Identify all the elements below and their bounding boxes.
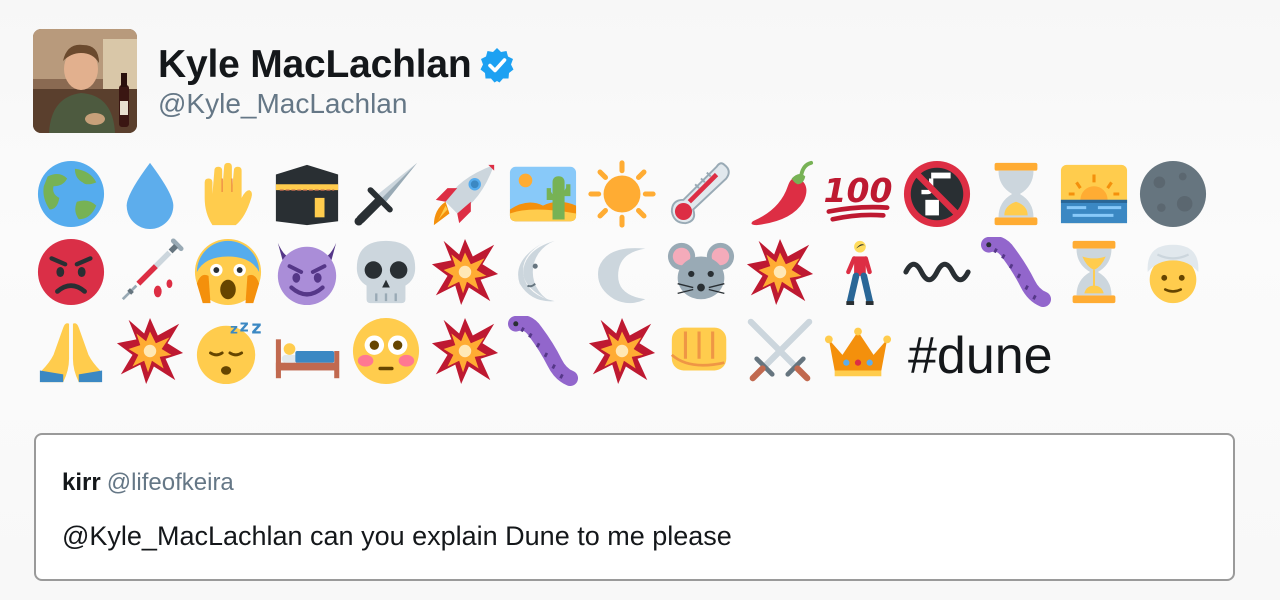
screaming-face-icon bbox=[192, 236, 264, 308]
bug-icon bbox=[507, 315, 579, 387]
hourglass-done-icon bbox=[980, 158, 1052, 230]
new-moon-icon bbox=[1137, 158, 1209, 230]
syringe-icon bbox=[114, 236, 186, 308]
svg-text:z: z bbox=[230, 322, 238, 338]
droplet-icon bbox=[114, 158, 186, 230]
collision-icon bbox=[586, 315, 658, 387]
quoted-tweet-header: kirr @lifeofkeira bbox=[62, 469, 234, 497]
sunrise-icon bbox=[1058, 158, 1130, 230]
globe-asia-australia-icon bbox=[35, 158, 107, 230]
dagger-icon bbox=[350, 158, 422, 230]
collision-icon bbox=[114, 315, 186, 387]
tweet-card: Kyle MacLachlan @Kyle_MacLachlan 100 z z… bbox=[0, 0, 1280, 600]
svg-text:z: z bbox=[251, 319, 261, 339]
sleeping-face-icon: zzz bbox=[192, 315, 264, 387]
svg-text:100: 100 bbox=[824, 171, 893, 210]
rocket-icon bbox=[429, 158, 501, 230]
screen-name[interactable]: @Kyle_MacLachlan bbox=[158, 88, 407, 120]
bed-icon bbox=[271, 315, 343, 387]
wavy-dash-icon bbox=[901, 236, 973, 308]
author-name-line: Kyle MacLachlan bbox=[158, 40, 515, 90]
crossed-swords-icon bbox=[744, 315, 816, 387]
sun-icon bbox=[586, 158, 658, 230]
quoted-tweet-text: @Kyle_MacLachlan can you explain Dune to… bbox=[62, 521, 732, 551]
verified-badge-icon bbox=[480, 48, 514, 83]
oncoming-fist-icon bbox=[665, 315, 737, 387]
desert-icon bbox=[507, 158, 579, 230]
skull-icon bbox=[350, 236, 422, 308]
author-avatar[interactable] bbox=[33, 29, 137, 133]
last-quarter-moon-face-icon bbox=[507, 236, 579, 308]
smiling-devil-icon bbox=[271, 236, 343, 308]
profile-photo-icon bbox=[33, 29, 137, 133]
bug-icon bbox=[980, 236, 1052, 308]
quoted-tweet[interactable]: kirr @lifeofkeira @Kyle_MacLachlan can yo… bbox=[34, 433, 1235, 581]
mouse-face-icon bbox=[665, 236, 737, 308]
quoted-author-name[interactable]: kirr bbox=[62, 469, 101, 496]
non-potable-water-icon bbox=[901, 158, 973, 230]
hot-pepper-icon bbox=[744, 158, 816, 230]
person-with-turban-icon bbox=[1137, 236, 1209, 308]
collision-icon bbox=[429, 236, 501, 308]
folded-hands-icon bbox=[35, 315, 107, 387]
hourglass-flowing-icon bbox=[1058, 236, 1130, 308]
kaaba-icon bbox=[271, 158, 343, 230]
hashtag-link[interactable]: #dune bbox=[908, 324, 1053, 388]
svg-text:z: z bbox=[240, 318, 249, 336]
flushed-face-icon bbox=[350, 315, 422, 387]
raised-hand-icon bbox=[192, 158, 264, 230]
collision-icon bbox=[744, 236, 816, 308]
crescent-moon-icon bbox=[586, 236, 658, 308]
hundred-points-icon: 100 bbox=[822, 158, 894, 230]
display-name[interactable]: Kyle MacLachlan bbox=[158, 43, 472, 87]
thermometer-icon bbox=[665, 158, 737, 230]
person-walking-icon bbox=[822, 236, 894, 308]
quoted-author-handle[interactable]: @lifeofkeira bbox=[107, 469, 234, 496]
angry-face-icon bbox=[35, 236, 107, 308]
crown-icon bbox=[822, 315, 894, 387]
collision-icon bbox=[429, 315, 501, 387]
